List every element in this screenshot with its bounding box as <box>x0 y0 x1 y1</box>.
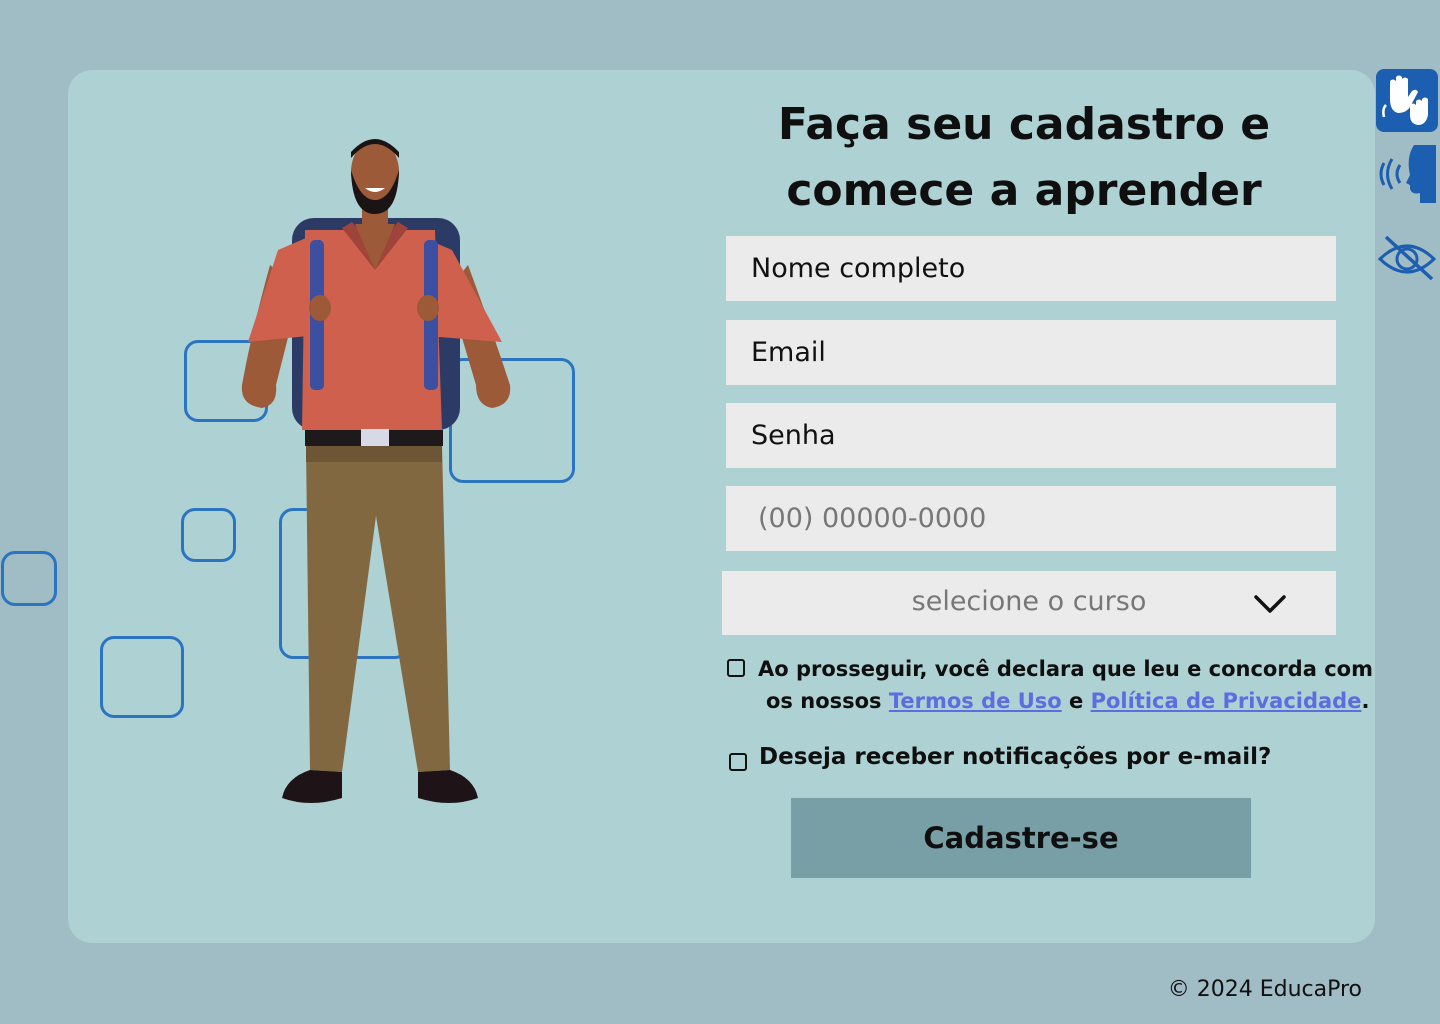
course-select[interactable]: selecione o curso <box>722 571 1336 635</box>
student-illustration <box>241 139 511 803</box>
deco-square <box>100 636 184 718</box>
chevron-down-icon <box>1254 595 1286 613</box>
title-line-1: Faça seu cadastro e <box>777 99 1271 150</box>
terms-and: e <box>1069 689 1084 713</box>
full-name-input[interactable] <box>726 236 1336 301</box>
deco-square <box>1 551 57 606</box>
terms-prefix: os nossos <box>766 689 882 713</box>
password-input[interactable] <box>726 403 1336 468</box>
page-title: Faça seu cadastro e comece a aprender <box>726 92 1322 224</box>
copyright-text: © 2024 EducaPro <box>1167 977 1362 1002</box>
course-select-value: selecione o curso <box>911 586 1147 617</box>
notifications-label: Deseja receber notificações por e-mail? <box>759 744 1272 770</box>
terms-checkbox[interactable] <box>727 659 745 677</box>
notifications-checkbox[interactable] <box>729 753 747 771</box>
high-contrast-icon[interactable] <box>1376 233 1438 283</box>
title-line-2: comece a aprender <box>786 165 1262 216</box>
signup-button[interactable]: Cadastre-se <box>791 798 1251 878</box>
terms-line-2: os nossos Termos de Uso e Política de Pr… <box>758 685 1373 717</box>
terms-of-use-link[interactable]: Termos de Uso <box>889 689 1062 713</box>
voice-reader-icon[interactable] <box>1376 143 1438 205</box>
deco-square <box>181 508 236 562</box>
terms-line-1: Ao prosseguir, você declara que leu e co… <box>758 657 1373 681</box>
privacy-policy-link[interactable]: Política de Privacidade <box>1091 689 1362 713</box>
terms-text: Ao prosseguir, você declara que leu e co… <box>758 653 1373 717</box>
terms-period: . <box>1361 689 1370 713</box>
sign-language-icon[interactable] <box>1376 69 1438 132</box>
email-input[interactable] <box>726 320 1336 385</box>
phone-input[interactable] <box>726 486 1336 551</box>
